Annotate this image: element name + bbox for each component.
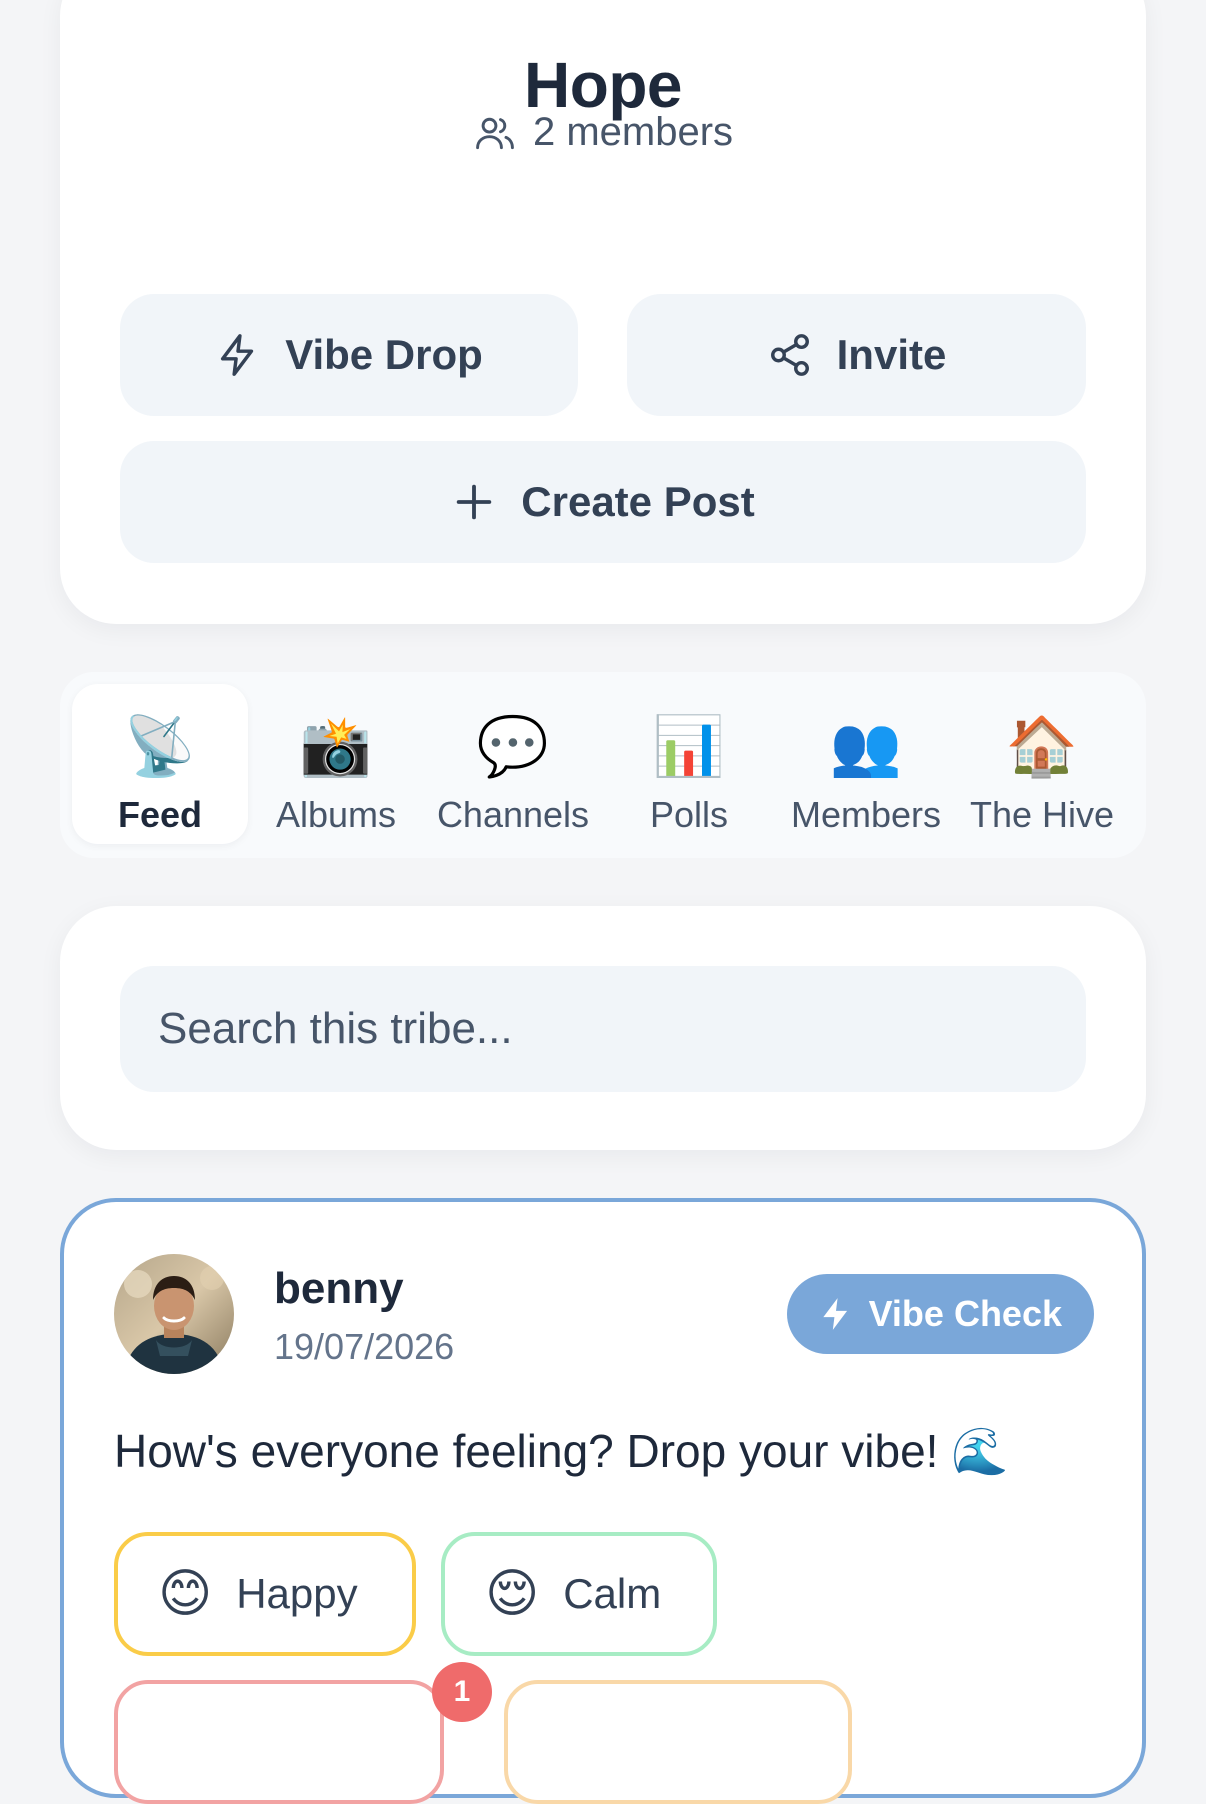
tribe-header-card: Hope 2 members Vibe Drop Invite Create P… [60, 0, 1146, 624]
tab-label: Members [790, 794, 942, 835]
tab-label: Channels [436, 794, 590, 835]
vibe-drop-button[interactable]: Vibe Drop [120, 294, 578, 416]
tab-label: The Hive [969, 794, 1115, 835]
tab-polls[interactable]: 📊 Polls [601, 684, 777, 844]
mood-label: Calm [563, 1570, 662, 1617]
members-count[interactable]: 2 members [60, 110, 1146, 155]
satellite-icon: 📡 [123, 714, 197, 779]
smiling-face-icon: 😊 [158, 1565, 213, 1623]
post-author[interactable]: benny [274, 1264, 404, 1314]
lightning-icon [221, 334, 254, 376]
share-icon [770, 334, 809, 376]
vote-count-badge: 1 [432, 1662, 492, 1722]
users-icon [476, 117, 514, 149]
mood-option-calm[interactable]: 😌 Calm [441, 1532, 717, 1656]
relieved-face-icon: 😌 [485, 1565, 540, 1623]
mood-option-happy[interactable]: 😊 Happy [114, 1532, 416, 1656]
avatar[interactable] [114, 1254, 234, 1374]
house-icon: 🏠 [1005, 714, 1079, 779]
bar-chart-icon: 📊 [652, 714, 726, 779]
mood-option[interactable] [504, 1680, 852, 1804]
vibe-check-label: Vibe Check [868, 1293, 1062, 1334]
tab-channels[interactable]: 💬 Channels [425, 684, 601, 844]
tab-label: Albums [275, 794, 397, 835]
create-post-button[interactable]: Create Post [120, 441, 1086, 563]
avatar-image [114, 1254, 234, 1374]
people-icon: 👥 [829, 714, 903, 779]
mood-label: Happy [236, 1570, 358, 1617]
tribe-tabs: 📡 Feed 📸 Albums 💬 Channels 📊 Polls 👥 Mem… [60, 672, 1146, 858]
invite-label: Invite [836, 331, 947, 378]
invite-button[interactable]: Invite [627, 294, 1086, 416]
members-label: 2 members [532, 110, 734, 154]
tab-label: Feed [117, 794, 203, 835]
search-input[interactable] [120, 966, 1086, 1092]
vibe-check-badge: Vibe Check [786, 1274, 1094, 1354]
plus-icon [457, 484, 492, 520]
tab-label: Polls [649, 794, 729, 835]
post-date: 19/07/2026 [274, 1326, 455, 1367]
lightning-icon [822, 1298, 847, 1330]
tab-feed[interactable]: 📡 Feed [72, 684, 248, 844]
tab-members[interactable]: 👥 Members [778, 684, 954, 844]
vibe-drop-label: Vibe Drop [285, 331, 483, 378]
speech-bubble-icon: 💬 [476, 714, 550, 779]
post-card: benny 19/07/2026 Vibe Check How's everyo… [60, 1198, 1146, 1804]
mood-option[interactable] [114, 1680, 444, 1804]
search-card [60, 906, 1146, 1150]
post-body: How's everyone feeling? Drop your vibe! … [114, 1425, 1009, 1477]
camera-flash-icon: 📸 [299, 714, 373, 779]
tab-the-hive[interactable]: 🏠 The Hive [954, 684, 1130, 844]
create-post-label: Create Post [521, 478, 755, 525]
tab-albums[interactable]: 📸 Albums [248, 684, 424, 844]
